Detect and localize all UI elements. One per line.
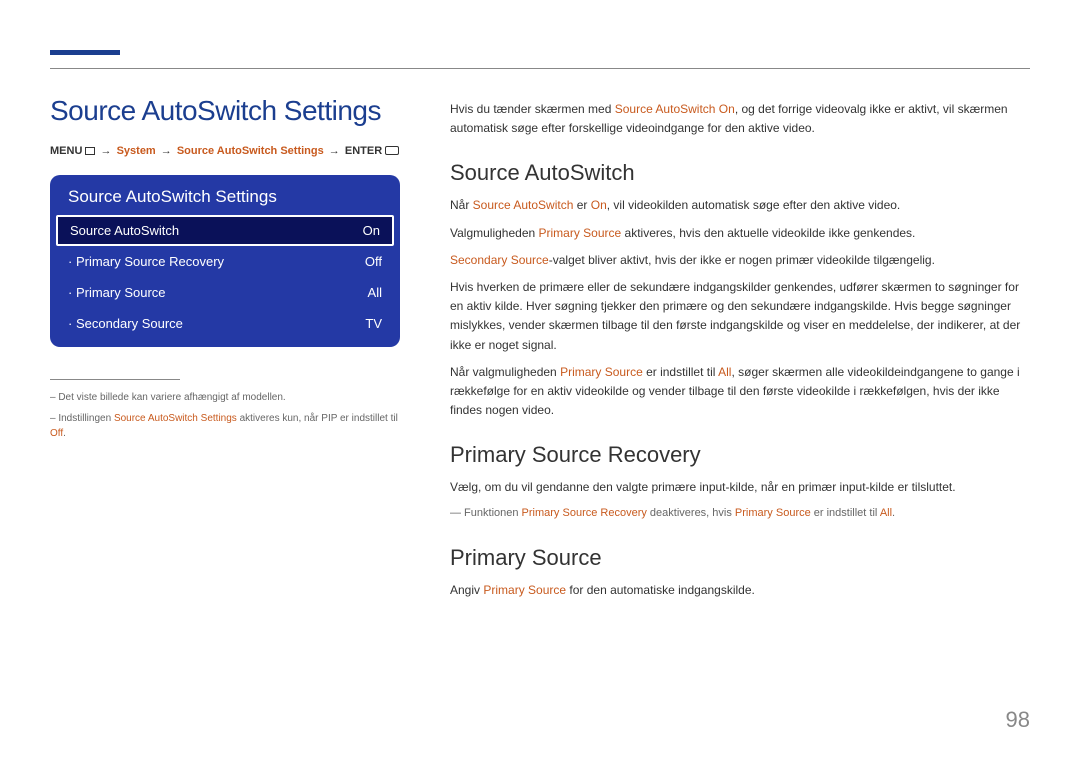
- arrow-icon: →: [99, 145, 114, 157]
- panel-title: Source AutoSwitch Settings: [50, 175, 400, 215]
- row-label: · Primary Source: [68, 285, 166, 300]
- breadcrumb-enter: ENTER: [345, 145, 382, 157]
- panel-row-source-autoswitch[interactable]: Source AutoSwitch On: [56, 215, 394, 246]
- intro-text: Hvis du tænder skærmen med Source AutoSw…: [450, 100, 1030, 138]
- left-column: Source AutoSwitch Settings MENU → System…: [50, 95, 400, 447]
- breadcrumb-system: System: [117, 145, 156, 157]
- top-divider: [50, 68, 1030, 69]
- breadcrumb: MENU → System → Source AutoSwitch Settin…: [50, 145, 400, 157]
- right-column: Hvis du tænder skærmen med Source AutoSw…: [450, 100, 1030, 608]
- panel-row-primary-recovery[interactable]: · Primary Source Recovery Off: [50, 246, 400, 277]
- row-value: All: [368, 285, 382, 300]
- breadcrumb-menu: MENU: [50, 145, 82, 157]
- paragraph: Secondary Source-valget bliver aktivt, h…: [450, 251, 1030, 270]
- paragraph: Angiv Primary Source for den automatiske…: [450, 581, 1030, 600]
- footnotes: – Det viste billede kan variere afhængig…: [50, 369, 400, 441]
- heading-primary-source: Primary Source: [450, 545, 1030, 571]
- paragraph: Når valgmuligheden Primary Source er ind…: [450, 363, 1030, 421]
- arrow-icon: →: [327, 145, 342, 157]
- page-number: 98: [1006, 707, 1030, 733]
- breadcrumb-settings: Source AutoSwitch Settings: [177, 145, 324, 157]
- menu-icon: [85, 147, 95, 155]
- arrow-icon: →: [159, 145, 174, 157]
- footnote-1: – Det viste billede kan variere afhængig…: [50, 390, 400, 405]
- paragraph: Vælg, om du vil gendanne den valgte prim…: [450, 478, 1030, 497]
- footnote-2: – Indstillingen Source AutoSwitch Settin…: [50, 411, 400, 441]
- row-label: Source AutoSwitch: [70, 223, 179, 238]
- row-value: On: [363, 223, 380, 238]
- accent-bar: [50, 50, 120, 55]
- settings-panel: Source AutoSwitch Settings Source AutoSw…: [50, 175, 400, 347]
- heading-source-autoswitch: Source AutoSwitch: [450, 160, 1030, 186]
- paragraph: Hvis hverken de primære eller de sekundæ…: [450, 278, 1030, 355]
- row-value: Off: [365, 254, 382, 269]
- row-label: · Secondary Source: [68, 316, 183, 331]
- paragraph: Valgmuligheden Primary Source aktiveres,…: [450, 224, 1030, 243]
- subnote: ― Funktionen Primary Source Recovery dea…: [450, 505, 1030, 523]
- row-value: TV: [365, 316, 382, 331]
- panel-row-primary-source[interactable]: · Primary Source All: [50, 277, 400, 308]
- panel-row-secondary-source[interactable]: · Secondary Source TV: [50, 308, 400, 339]
- paragraph: Når Source AutoSwitch er On, vil videoki…: [450, 196, 1030, 215]
- page-title: Source AutoSwitch Settings: [50, 95, 400, 127]
- enter-icon: [385, 146, 399, 155]
- heading-primary-recovery: Primary Source Recovery: [450, 442, 1030, 468]
- row-label: · Primary Source Recovery: [68, 254, 224, 269]
- note-divider: [50, 379, 180, 380]
